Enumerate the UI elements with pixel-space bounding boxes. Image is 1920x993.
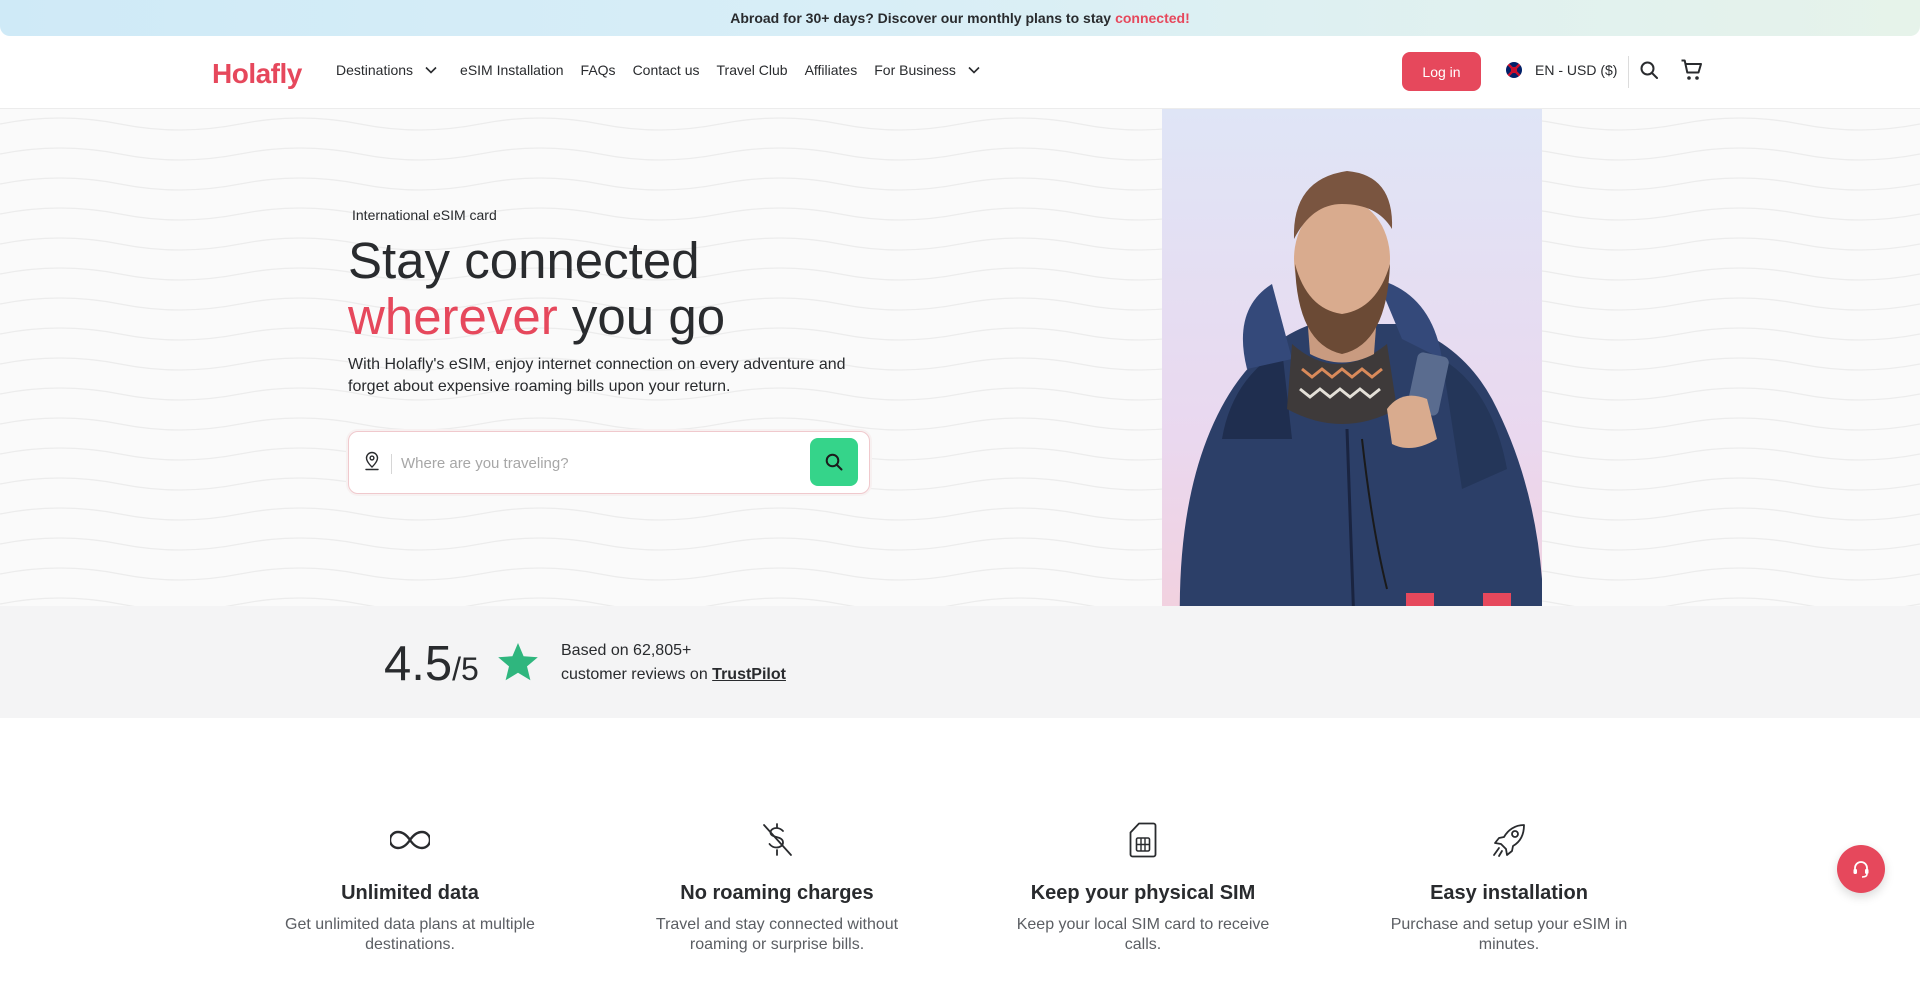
feature-title: Unlimited data — [341, 882, 479, 904]
nav-esim-installation[interactable]: eSIM Installation — [460, 62, 564, 78]
feature-text: Travel and stay connected without roamin… — [655, 916, 899, 953]
nav-label: Travel Club — [716, 62, 788, 78]
trustpilot-star-icon — [497, 642, 539, 687]
destination-search — [348, 431, 870, 494]
nav-label: Destinations — [336, 62, 414, 78]
language-label: EN - USD ($) — [1535, 62, 1618, 78]
feature-title: Easy installation — [1430, 882, 1588, 904]
rating-value: 4.5 — [384, 637, 453, 691]
nav-for-business[interactable]: For Business — [874, 62, 980, 78]
chevron-down-icon — [425, 66, 437, 74]
nav-label: Contact us — [632, 62, 700, 78]
feature-physical-sim: Keep your physical SIM Keep your local S… — [1003, 820, 1283, 955]
hero-section: International eSIM card Stay connected w… — [0, 109, 1920, 606]
search-icon — [825, 453, 843, 471]
headline-highlight: wherever — [348, 288, 558, 345]
holafly-logo[interactable]: Holafly — [212, 58, 302, 90]
sim-card-icon — [1003, 820, 1283, 860]
hero-traveler-photo — [1162, 109, 1542, 606]
chevron-down-icon — [968, 66, 980, 74]
wave-pattern — [0, 109, 1920, 606]
rating-out-of: /5 — [452, 651, 479, 687]
header-divider — [1628, 56, 1629, 88]
hero-eyebrow: International eSIM card — [352, 207, 497, 223]
nav-destinations[interactable]: Destinations — [336, 62, 437, 78]
rating-score: 4.5/5 — [384, 636, 479, 692]
headline-line1: Stay connected — [348, 232, 700, 289]
feature-easy-installation: Easy installation Purchase and setup you… — [1369, 820, 1649, 955]
feature-unlimited-data: Unlimited data Get unlimited data plans … — [270, 820, 550, 955]
search-submit-button[interactable] — [810, 438, 858, 486]
rating-text: Based on 62,805+ customer reviews on Tru… — [561, 639, 786, 687]
cart-icon[interactable] — [1680, 58, 1704, 87]
support-headset-icon — [1853, 861, 1869, 878]
feature-no-roaming: No roaming charges Travel and stay conne… — [637, 820, 917, 955]
banner-text: Abroad for 30+ days? Discover our monthl… — [730, 10, 1112, 26]
no-dollar-icon — [637, 820, 917, 860]
nav-contact-us[interactable]: Contact us — [633, 62, 700, 78]
main-nav: Destinations eSIM Installation FAQs Cont… — [336, 62, 997, 78]
promo-banner[interactable]: Abroad for 30+ days? Discover our monthl… — [0, 0, 1920, 36]
nav-label: FAQs — [580, 62, 616, 78]
feature-text: Keep your local SIM card to receive call… — [1016, 916, 1270, 953]
destination-search-input[interactable] — [401, 446, 801, 480]
trustpilot-rating: 4.5/5 Based on 62,805+ customer reviews … — [0, 606, 1920, 718]
feature-text: Get unlimited data plans at multiple des… — [285, 916, 535, 953]
nav-affiliates[interactable]: Affiliates — [805, 62, 858, 78]
hero-headline: Stay connected wherever you go — [348, 233, 725, 345]
language-currency-selector[interactable]: EN - USD ($) — [1506, 62, 1617, 78]
rating-line2-prefix: customer reviews on — [561, 666, 708, 683]
nav-label: Affiliates — [804, 62, 858, 78]
rocket-icon — [1369, 820, 1649, 860]
search-icon[interactable] — [1639, 60, 1659, 85]
nav-travel-club[interactable]: Travel Club — [717, 62, 788, 78]
feature-text: Purchase and setup your eSIM in minutes. — [1390, 916, 1628, 953]
nav-label: For Business — [874, 62, 956, 78]
support-chat-button[interactable] — [1837, 845, 1885, 893]
site-header: Holafly Destinations eSIM Installation F… — [0, 36, 1920, 109]
nav-label: eSIM Installation — [460, 62, 564, 78]
feature-title: Keep your physical SIM — [1030, 882, 1256, 904]
infinity-icon — [270, 820, 550, 860]
rating-line2: customer reviews on TrustPilot — [561, 663, 786, 687]
rating-line1: Based on 62,805+ — [561, 642, 692, 659]
uk-flag-icon — [1506, 62, 1522, 78]
location-pin-icon — [363, 451, 381, 476]
nav-faqs[interactable]: FAQs — [581, 62, 616, 78]
hero-description: With Holafly's eSIM, enjoy internet conn… — [348, 356, 846, 395]
feature-title: No roaming charges — [680, 882, 874, 904]
search-separator — [391, 454, 392, 474]
banner-highlight: connected! — [1115, 10, 1190, 26]
login-button[interactable]: Log in — [1402, 52, 1481, 91]
headline-rest: you go — [557, 288, 726, 345]
trustpilot-link[interactable]: TrustPilot — [712, 666, 786, 683]
